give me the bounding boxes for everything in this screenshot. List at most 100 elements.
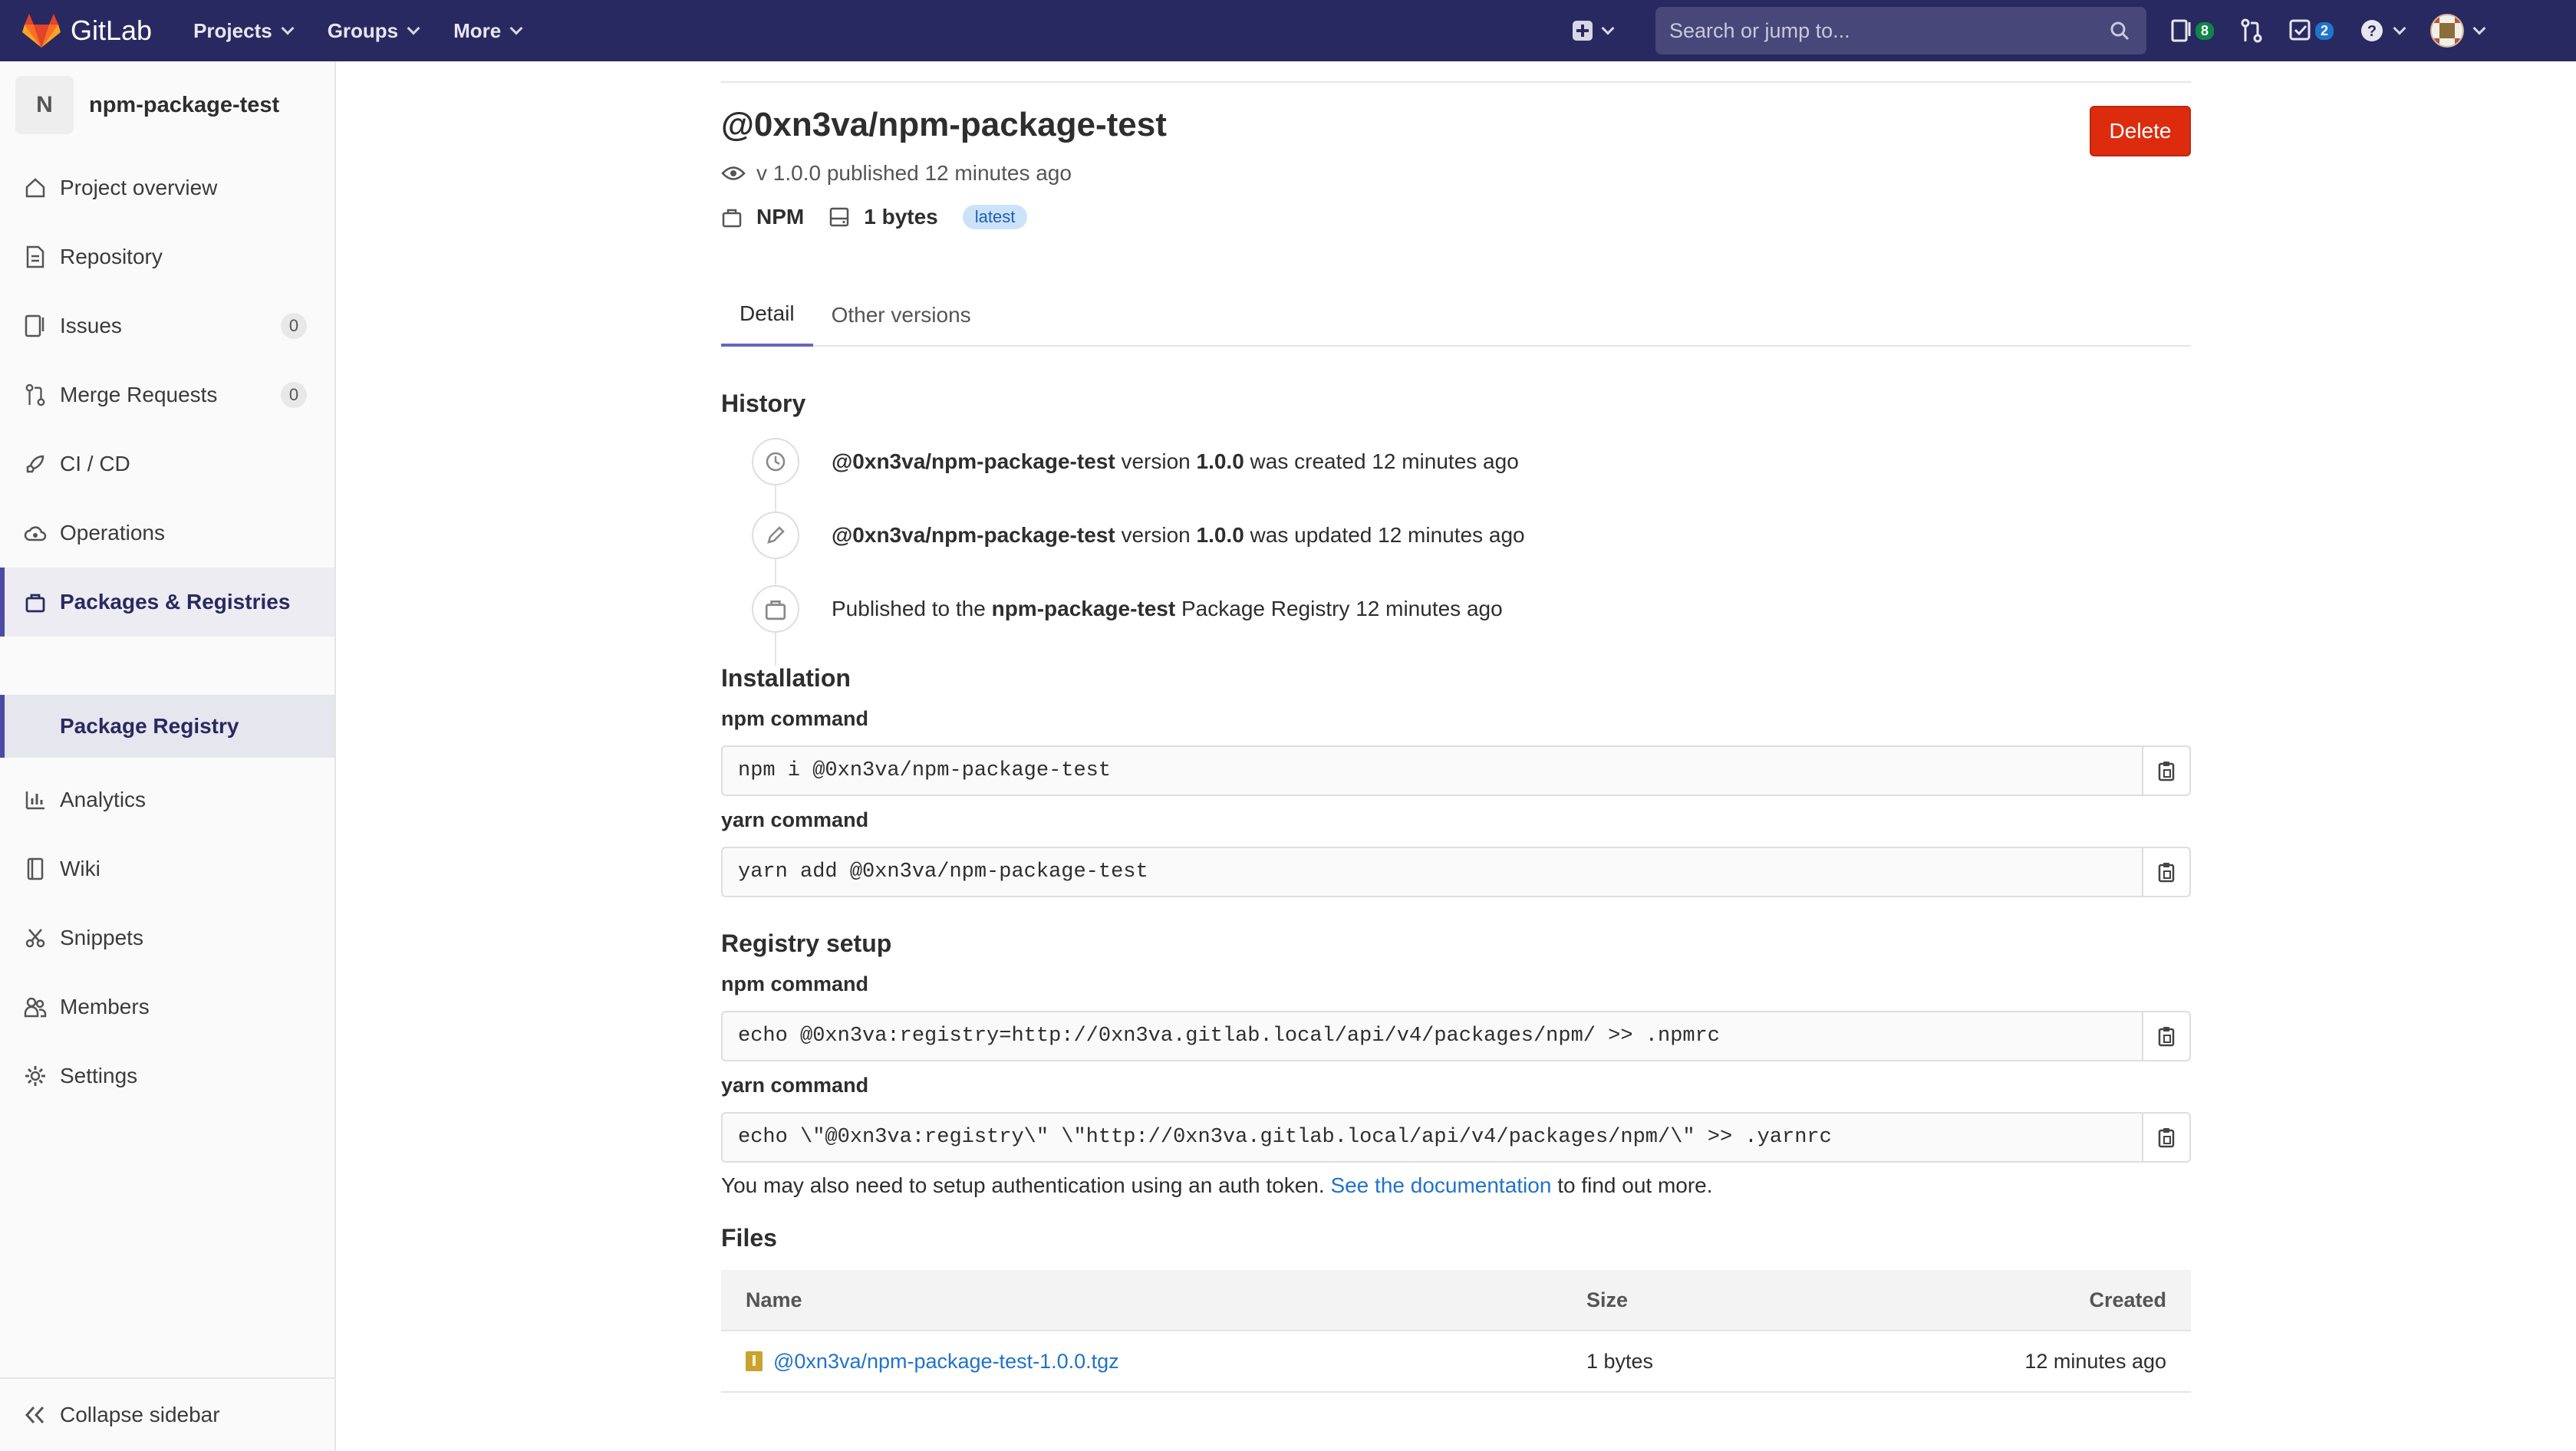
tab-detail[interactable]: Detail [721, 284, 813, 347]
sidebar-item-wiki[interactable]: Wiki [0, 834, 334, 903]
documentation-link[interactable]: See the documentation [1330, 1173, 1551, 1197]
nav-more-dropdown[interactable]: More [453, 18, 523, 43]
history-project-name: npm-package-test [991, 597, 1176, 620]
disk-icon [829, 207, 849, 227]
sidebar-item-repository[interactable]: Repository [0, 222, 334, 291]
package-icon [722, 209, 742, 228]
sidebar-project-header[interactable]: N npm-package-test [0, 61, 334, 149]
package-icon [25, 594, 45, 613]
yarn-install-command-input[interactable] [723, 848, 2142, 896]
sidebar-item-analytics[interactable]: Analytics [0, 765, 334, 834]
published-text: v 1.0.0 published 12 minutes ago [756, 161, 1072, 185]
column-header-name: Name [746, 1288, 802, 1311]
sidebar-item-merge-requests[interactable]: Merge Requests 0 [0, 360, 334, 429]
npm-command-label: npm command [721, 707, 869, 730]
project-sidebar: N npm-package-test Project overview Repo… [0, 61, 336, 1451]
sidebar-item-settings[interactable]: Settings [0, 1041, 334, 1110]
copy-npm-install-button[interactable] [2142, 747, 2189, 795]
package-published-info: v 1.0.0 published 12 minutes ago [721, 161, 1072, 186]
history-text-part: was created 12 minutes ago [1244, 449, 1519, 473]
yarn-registry-command-box [721, 1112, 2191, 1163]
chevron-down-icon [509, 21, 523, 35]
sidebar-item-issues[interactable]: Issues 0 [0, 291, 334, 360]
pencil-icon [752, 512, 799, 559]
file-created-cell: 12 minutes ago [2024, 1349, 2166, 1373]
tab-bar: Detail Other versions [721, 284, 2191, 347]
installation-heading: Installation [721, 664, 851, 692]
file-download-link[interactable]: @0xn3va/npm-package-test-1.0.0.tgz [773, 1350, 1119, 1374]
sidebar-item-members[interactable]: Members [0, 972, 334, 1041]
issues-icon [25, 314, 44, 337]
clock-icon [752, 438, 799, 485]
nav-more-label: More [453, 18, 502, 42]
svg-text:?: ? [2367, 23, 2377, 40]
files-heading: Files [721, 1224, 777, 1252]
history-text-part: version [1115, 449, 1197, 473]
sidebar-item-label: Package Registry [60, 714, 239, 738]
sidebar-item-label: Wiki [60, 857, 100, 880]
home-icon [25, 178, 45, 198]
npm-install-command-input[interactable] [723, 747, 2142, 795]
sidebar-item-label: Analytics [60, 788, 147, 811]
user-menu-dropdown[interactable] [2430, 14, 2486, 48]
todos-nav-button[interactable]: 2 [2289, 19, 2334, 42]
search-bar[interactable] [1655, 7, 2146, 54]
auth-note-text: You may also need to setup authenticatio… [721, 1173, 1331, 1197]
history-text-part: Published to the [832, 597, 992, 620]
tag-badge: latest [962, 205, 1028, 229]
project-name: npm-package-test [89, 92, 280, 117]
history-version: 1.0.0 [1196, 523, 1244, 547]
npm-command-label: npm command [721, 972, 869, 995]
delete-button[interactable]: Delete [2090, 106, 2191, 156]
clipboard-icon [2158, 762, 2175, 781]
file-size-cell: 1 bytes [1586, 1349, 1654, 1373]
nav-projects-dropdown[interactable]: Projects [193, 18, 295, 43]
tab-other-versions[interactable]: Other versions [813, 284, 990, 347]
gear-icon [25, 1066, 45, 1086]
issues-nav-button[interactable]: 8 [2171, 19, 2215, 42]
sidebar-item-ci-cd[interactable]: CI / CD [0, 429, 334, 498]
chart-icon [25, 791, 44, 810]
copy-yarn-install-button[interactable] [2142, 848, 2189, 896]
clipboard-icon [2158, 863, 2175, 883]
sidebar-item-project-overview[interactable]: Project overview [0, 153, 334, 222]
yarn-command-label: yarn command [721, 1074, 869, 1097]
registry-setup-heading: Registry setup [721, 929, 892, 957]
divider [721, 81, 2191, 83]
nav-projects-label: Projects [193, 18, 272, 42]
sidebar-item-label: Project overview [60, 176, 218, 199]
merge-requests-count-badge: 0 [281, 382, 307, 408]
package-type: NPM [756, 205, 805, 229]
history-heading: History [721, 390, 806, 417]
sidebar-item-label: Merge Requests [60, 383, 218, 406]
npm-install-command-box [721, 745, 2191, 796]
gitlab-logo-icon [22, 14, 61, 48]
sidebar-subitem-package-registry[interactable]: Package Registry [0, 695, 334, 758]
sidebar-item-operations[interactable]: Operations [0, 498, 334, 568]
todos-count-badge: 2 [2315, 21, 2334, 40]
issues-icon [2171, 19, 2191, 42]
top-navbar: GitLab Projects Groups More 8 [0, 0, 2576, 61]
yarn-registry-command-input[interactable] [723, 1114, 2142, 1161]
help-dropdown[interactable]: ? [2360, 18, 2406, 43]
collapse-sidebar-button[interactable]: Collapse sidebar [0, 1377, 334, 1451]
history-event-text: @0xn3va/npm-package-test version 1.0.0 w… [832, 523, 1525, 548]
npm-registry-command-input[interactable] [723, 1012, 2142, 1060]
sidebar-item-snippets[interactable]: Snippets [0, 903, 334, 972]
merge-requests-nav-button[interactable] [2240, 18, 2263, 43]
auth-note-text: to find out more. [1551, 1173, 1713, 1197]
copy-yarn-registry-button[interactable] [2142, 1114, 2189, 1161]
sidebar-item-packages-registries[interactable]: Packages & Registries [0, 568, 334, 637]
plus-square-icon [1573, 21, 1593, 41]
copy-npm-registry-button[interactable] [2142, 1012, 2189, 1060]
history-event-text: @0xn3va/npm-package-test version 1.0.0 w… [832, 449, 1519, 474]
search-input[interactable] [1669, 18, 2084, 43]
gitlab-home-link[interactable]: GitLab [21, 12, 152, 49]
merge-request-icon [25, 383, 45, 406]
double-chevron-left-icon [25, 1406, 44, 1424]
new-item-dropdown[interactable] [1573, 21, 1615, 41]
column-header-created: Created [2089, 1288, 2166, 1311]
issues-count-badge: 0 [281, 313, 307, 339]
nav-groups-dropdown[interactable]: Groups [328, 19, 420, 43]
history-package-name: @0xn3va/npm-package-test [832, 449, 1115, 473]
